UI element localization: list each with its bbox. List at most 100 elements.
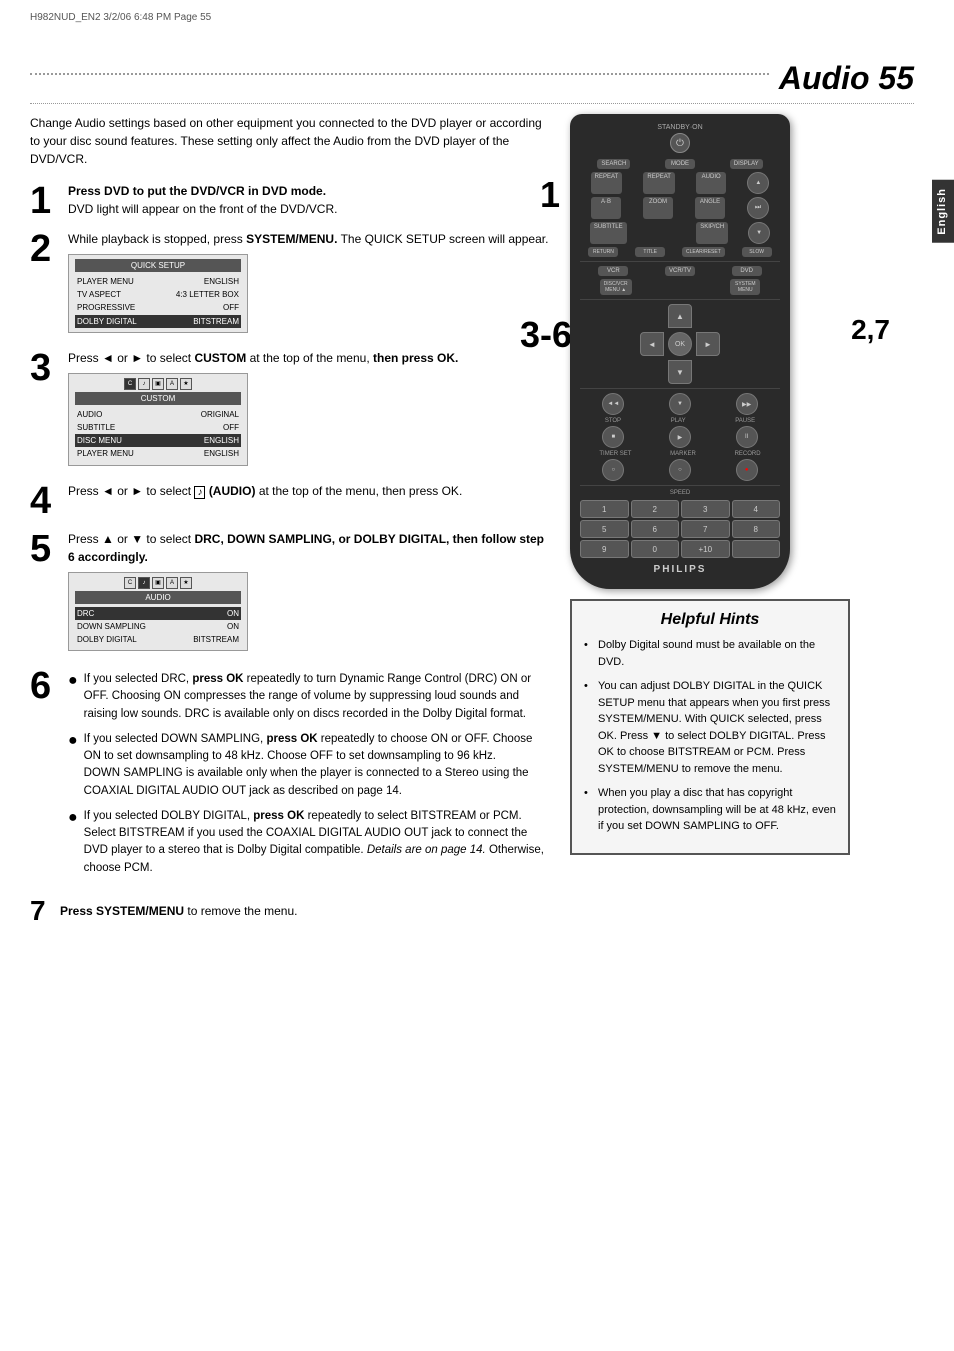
standby-label: STANDBY·ON <box>580 124 780 131</box>
repeat-button[interactable]: REPEAT <box>643 172 675 194</box>
dvd-button[interactable]: DVD <box>732 266 762 276</box>
step-1-normal: DVD light will appear on the front of th… <box>68 200 550 218</box>
icon3-audio: ♪ <box>138 577 150 589</box>
step-2: 2 While playback is stopped, press SYSTE… <box>30 230 550 339</box>
stop-button[interactable]: ■ <box>602 426 624 448</box>
label-record: RECORD <box>735 451 761 457</box>
record-button[interactable]: ● <box>736 459 758 481</box>
icon-video: ▣ <box>152 378 164 390</box>
dpad-up[interactable]: ▲ <box>668 304 692 328</box>
file-meta: H982NUD_EN2 3/2/06 6:48 PM Page 55 <box>30 12 211 23</box>
subtitle-button[interactable]: SUBTITLE <box>590 222 627 244</box>
num-0[interactable]: 0 <box>631 540 680 558</box>
row-vcr-dvd: VCR VCR/TV DVD <box>580 266 780 276</box>
step-2-number: 2 <box>30 230 62 268</box>
audio-button[interactable]: AUDIO <box>696 172 726 194</box>
num-4[interactable]: 4 <box>732 500 781 518</box>
icon3-custom: C <box>124 577 136 589</box>
disc-vcr-menu-button[interactable]: DISC/VCRMENU ▲ <box>600 279 632 295</box>
system-menu-button[interactable]: SYSTEMMENU <box>730 279 760 295</box>
skip-ch-button[interactable]: SKIP/CH <box>696 222 728 244</box>
step-3-content: Press ◄ or ► to select CUSTOM at the top… <box>68 349 550 472</box>
speed-label: SPEED <box>580 490 780 496</box>
zoom-button[interactable]: ZOOM <box>643 197 673 219</box>
search-button[interactable]: SEARCH <box>597 159 630 169</box>
pause-button[interactable]: II <box>736 426 758 448</box>
ffwd-button[interactable]: ▶▶ <box>736 393 758 415</box>
screen1-row4: DOLBY DIGITALBITSTREAM <box>75 315 241 328</box>
slow-button[interactable]: SLOW <box>742 247 772 257</box>
standby-button[interactable]: ⏻ <box>670 133 690 153</box>
remote-step-label-27: 2,7 <box>851 314 890 346</box>
num-plus10[interactable]: +10 <box>681 540 730 558</box>
screen2-row3: DISC MENUENGLISH <box>75 434 241 447</box>
ok-button[interactable]: OK <box>668 332 692 356</box>
step-6-bullet-1: ● If you selected DRC, press OK repeated… <box>68 671 550 723</box>
screen3-title: AUDIO <box>75 591 241 604</box>
dpad-right[interactable]: ► <box>696 332 720 356</box>
screen-quick-setup: QUICK SETUP PLAYER MENUENGLISH TV ASPECT… <box>68 254 248 333</box>
num-7[interactable]: 7 <box>681 520 730 538</box>
num-9[interactable]: 9 <box>580 540 629 558</box>
vcr-button[interactable]: VCR <box>598 266 628 276</box>
timer-set-button[interactable]: ○ <box>602 459 624 481</box>
hint-item-2: You can adjust DOLBY DIGITAL in the QUIC… <box>584 678 836 777</box>
icon-custom: C <box>124 378 136 390</box>
row-repeat-audio: REPEAT REPEAT AUDIO ▲ <box>580 172 780 194</box>
display-button[interactable]: DISPLAY <box>730 159 763 169</box>
row-search-mode-display: SEARCH MODE DISPLAY <box>580 159 780 169</box>
screen-audio: C ♪ ▣ A ★ AUDIO DRCON DOWN SAM <box>68 572 248 652</box>
angle-button[interactable]: ANGLE <box>695 197 725 219</box>
vcr-tv-button[interactable]: VCR/TV <box>665 266 695 276</box>
mode-button[interactable]: MODE <box>665 159 695 169</box>
title-dots <box>30 73 769 75</box>
step-6-bullet-1-text: If you selected DRC, press OK repeatedly… <box>84 671 550 723</box>
step-3-number: 3 <box>30 349 62 387</box>
rewind-button[interactable]: ◄◄ <box>602 393 624 415</box>
ab-button[interactable]: A·B <box>591 197 621 219</box>
return-button[interactable]: RETURN <box>588 247 618 257</box>
step-3-text: Press ◄ or ► to select CUSTOM at the top… <box>68 349 550 367</box>
step-1-bold: Press DVD to put the DVD/VCR in DVD mode… <box>68 184 326 198</box>
language-tab: English <box>932 180 954 243</box>
down-skip-button[interactable]: ▼ <box>748 222 770 244</box>
screen3-icons: C ♪ ▣ A ★ <box>75 577 241 589</box>
skip-fwd-button[interactable]: ⏭ <box>747 197 769 219</box>
step-7: 7 Press SYSTEM/MENU to remove the menu. <box>30 895 550 927</box>
down-nav-button[interactable]: ▼ <box>669 393 691 415</box>
up-skip-button[interactable]: ▲ <box>747 172 769 194</box>
step-7-normal: to remove the menu. <box>187 904 297 918</box>
helpful-hints-title: Helpful Hints <box>584 611 836 629</box>
title-button[interactable]: TITLE <box>635 247 665 257</box>
num-1[interactable]: 1 <box>580 500 629 518</box>
step-4: 4 Press ◄ or ► to select ♪ (AUDIO) at th… <box>30 482 550 520</box>
step-6-bullet-3-text: If you selected DOLBY DIGITAL, press OK … <box>84 808 550 877</box>
num-3[interactable]: 3 <box>681 500 730 518</box>
icon3-lang: A <box>166 577 178 589</box>
clear-reset-button[interactable]: CLEAR/RESET <box>682 247 725 257</box>
step-3: 3 Press ◄ or ► to select CUSTOM at the t… <box>30 349 550 472</box>
philips-logo: PHILIPS <box>580 564 780 579</box>
step-6: 6 ● If you selected DRC, press OK repeat… <box>30 667 550 885</box>
num-8[interactable]: 8 <box>732 520 781 538</box>
two-col-layout: Change Audio settings based on other equ… <box>30 114 914 927</box>
marker-button[interactable]: ○ <box>669 459 691 481</box>
bullet-dot-3: ● <box>68 810 78 877</box>
step-7-text: Press SYSTEM/MENU to remove the menu. <box>60 902 297 920</box>
dpad-section: ▲ ▼ ◄ ► OK <box>580 299 780 384</box>
step-4-number: 4 <box>30 482 62 520</box>
dpad-down[interactable]: ▼ <box>668 360 692 384</box>
num-2[interactable]: 2 <box>631 500 680 518</box>
row-return-title: RETURN TITLE CLEAR/RESET SLOW <box>580 247 780 257</box>
repeat-ab-button[interactable]: REPEAT <box>591 172 623 194</box>
num-5[interactable]: 5 <box>580 520 629 538</box>
hints-list: Dolby Digital sound must be available on… <box>584 637 836 835</box>
step-4-text: Press ◄ or ► to select ♪ (AUDIO) at the … <box>68 482 550 500</box>
num-6[interactable]: 6 <box>631 520 680 538</box>
play-button[interactable]: ▶ <box>669 426 691 448</box>
hint-item-3: When you play a disc that has copyright … <box>584 785 836 835</box>
transport-labels-2: TIMER SET MARKER RECORD <box>580 451 780 457</box>
dpad-left[interactable]: ◄ <box>640 332 664 356</box>
icon-audio: ♪ <box>138 378 150 390</box>
step-2-content: While playback is stopped, press SYSTEM/… <box>68 230 550 339</box>
